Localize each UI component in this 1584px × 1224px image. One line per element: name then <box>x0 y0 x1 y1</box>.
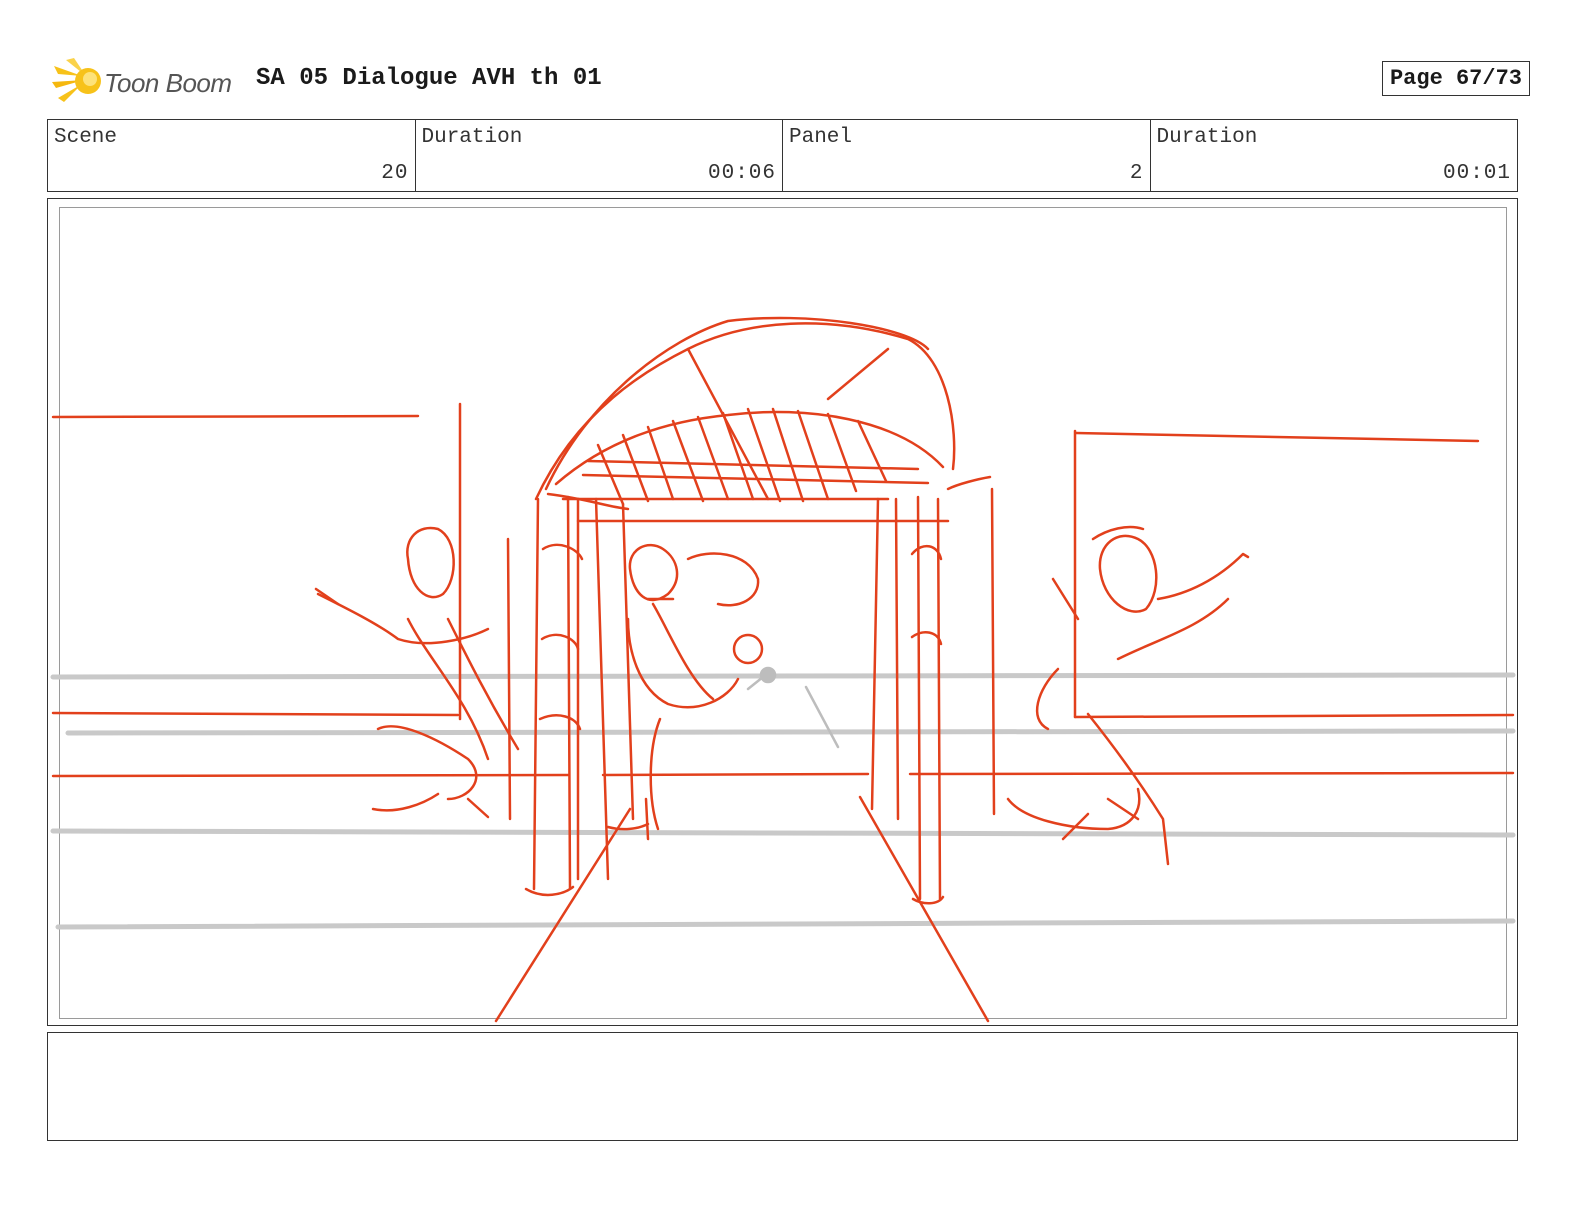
red-sketch-lines <box>51 316 1515 1023</box>
starburst-icon <box>52 58 101 102</box>
document-title: SA 05 Dialogue AVH th 01 <box>256 65 602 92</box>
scene-duration-value: 00:06 <box>707 162 776 185</box>
scene-duration-cell: Duration 00:06 <box>416 120 783 191</box>
scene-value: 20 <box>381 162 409 185</box>
panel-duration-label: Duration <box>1156 126 1258 149</box>
storyboard-panel <box>47 198 1518 1026</box>
scene-duration-label: Duration <box>421 126 523 149</box>
scene-cell: Scene 20 <box>48 120 416 191</box>
panel-value: 2 <box>1129 162 1144 185</box>
grey-sketch-marks <box>746 666 840 749</box>
panel-label: Panel <box>789 126 853 149</box>
page-indicator: Page 67/73 <box>1381 61 1530 96</box>
panel-sketch <box>50 316 1516 1023</box>
scene-info-row: Scene 20 Duration 00:06 Panel 2 Duration… <box>47 119 1518 192</box>
panel-notes-area <box>47 1032 1518 1141</box>
floor-guide-lines <box>50 672 1516 930</box>
panel-duration-cell: Duration 00:01 <box>1151 120 1518 191</box>
logo-wordmark: Toon Boom <box>104 68 232 98</box>
panel-cell: Panel 2 <box>783 120 1151 191</box>
toon-boom-logo: Toon Boom <box>52 56 242 108</box>
panel-duration-value: 00:01 <box>1442 162 1511 185</box>
scene-label: Scene <box>54 126 118 149</box>
page-header: Toon Boom SA 05 Dialogue AVH th 01 Page … <box>52 52 1532 108</box>
